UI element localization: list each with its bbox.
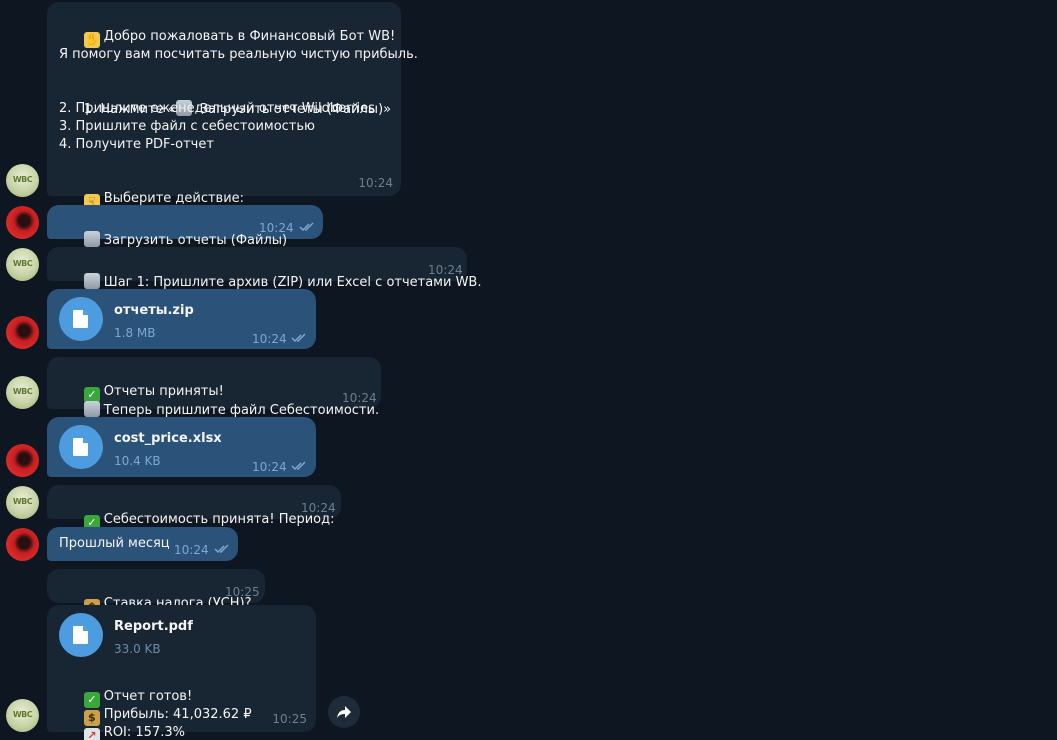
message-time: 10:24 [358, 176, 393, 190]
message-time: 10:24 [252, 332, 287, 346]
file-size: 10.4 KB [114, 454, 161, 468]
chart-icon: ↗ [83, 728, 100, 740]
message-time: 10:25 [272, 712, 307, 726]
bot-avatar[interactable]: WBC [6, 376, 39, 409]
upload-reports-message: Загрузить отчеты (Файлы) 10:24 [47, 205, 323, 248]
message-time: 10:24 [259, 221, 294, 235]
file-name[interactable]: отчеты.zip [114, 302, 194, 320]
folder-icon [83, 231, 100, 247]
reports-accepted-message: ✓ Отчеты приняты! Теперь пришлите файл Се… [47, 357, 381, 418]
welcome-step4: 4. Получите PDF-отчет [59, 137, 214, 152]
bot-avatar[interactable]: WBC [6, 486, 39, 519]
period-text: Прошлый месяц [59, 536, 170, 551]
bot-avatar[interactable]: WBC [6, 699, 39, 732]
file-size: 33.0 KB [114, 642, 161, 656]
step1-text: Шаг 1: Пришлите архив (ZIP) или Excel с … [103, 275, 482, 290]
double-check-icon [291, 333, 306, 343]
bot-avatar[interactable]: WBC [6, 248, 39, 281]
folder-icon [83, 401, 100, 417]
accepted-line2: Теперь пришлите файл Себестоимости. [103, 403, 380, 418]
file-message-cost[interactable]: cost_price.xlsx 10.4 KB 10:24 [47, 417, 316, 477]
document-icon[interactable] [59, 297, 103, 341]
file-name[interactable]: cost_price.xlsx [114, 430, 222, 448]
message-time: 10:24 [342, 391, 377, 405]
forward-button[interactable] [328, 696, 360, 728]
document-icon[interactable] [59, 613, 103, 657]
welcome-title: Добро пожаловать в Финансовый Бот WB! [103, 29, 396, 44]
bot-avatar[interactable]: WBC [6, 164, 39, 197]
double-check-icon [214, 544, 229, 554]
message-time: 10:24 [252, 460, 287, 474]
report-message: Report.pdf 33.0 KB ✓ Отчет готов! $ Прибыл… [47, 605, 316, 740]
report-roi: ROI: 157.3% [103, 725, 185, 740]
tax-question-message: $Ставка налога (УСН)? 10:25 [47, 569, 265, 615]
welcome-step2: 2. Пришлите еженедельный отчет Wildberri… [59, 101, 375, 116]
step1-message: Шаг 1: Пришлите архив (ZIP) или Excel с … [47, 247, 481, 290]
welcome-step3: 3. Пришлите файл с себестоимостью [59, 119, 315, 134]
chat-history: ✋ Добро пожаловать в Финансовый Бот WB! Я… [0, 0, 1057, 740]
message-time: 10:24 [428, 263, 463, 277]
user-avatar[interactable] [6, 206, 39, 239]
folder-icon [83, 273, 100, 289]
cost-accepted-message: ✓ Себестоимость принята! Период: 10:24 [47, 485, 341, 531]
file-size: 1.8 MB [114, 326, 156, 340]
double-check-icon [299, 222, 314, 232]
welcome-choose: Выберите действие: [103, 191, 245, 206]
file-message-zip[interactable]: отчеты.zip 1.8 MB 10:24 [47, 289, 316, 349]
forward-icon [337, 706, 351, 718]
message-time: 10:24 [174, 543, 209, 557]
file-name[interactable]: Report.pdf [114, 618, 193, 636]
user-avatar[interactable] [6, 316, 39, 349]
welcome-message: ✋ Добро пожаловать в Финансовый Бот WB! Я… [47, 2, 418, 210]
user-avatar[interactable] [6, 528, 39, 561]
double-check-icon [291, 461, 306, 471]
message-time: 10:25 [225, 585, 260, 599]
message-time: 10:24 [301, 501, 336, 515]
document-icon[interactable] [59, 425, 103, 469]
welcome-intro: Я помогу вам посчитать реальную чистую п… [59, 47, 418, 62]
period-message: Прошлый месяц 10:24 [47, 527, 238, 561]
user-avatar[interactable] [6, 444, 39, 477]
cost-accepted-text: Себестоимость принята! Период: [103, 512, 335, 527]
